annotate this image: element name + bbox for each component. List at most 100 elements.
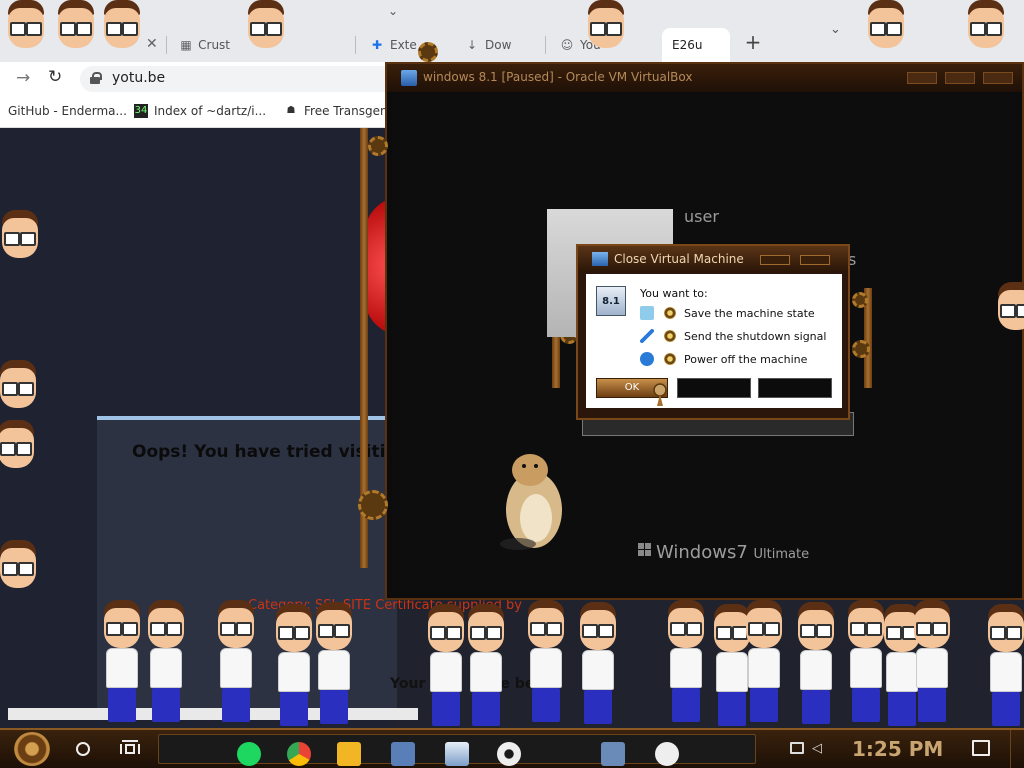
help-icon[interactable] xyxy=(655,742,679,766)
search-circle-icon[interactable] xyxy=(76,742,90,756)
hank-mascot xyxy=(580,0,632,52)
hank-mascot xyxy=(990,282,1024,334)
chevron-down-icon[interactable]: ⌄ xyxy=(388,4,398,18)
hank-mascot xyxy=(980,604,1024,732)
tab-active[interactable]: E26u xyxy=(662,28,730,62)
vbox-icon xyxy=(592,252,608,266)
start-button[interactable] xyxy=(14,732,50,766)
bookmark-free[interactable]: ☗ Free Transgen xyxy=(284,104,388,118)
gear-icon xyxy=(418,42,438,62)
forward-arrow-icon[interactable]: → xyxy=(16,68,30,88)
windows-brand: Windows7 Ultimate xyxy=(656,542,810,563)
puzzle-icon: ✚ xyxy=(371,38,383,52)
vbox-title: windows 8.1 [Paused] - Oracle VM Virtual… xyxy=(423,70,693,84)
bookmark-index[interactable]: 34 Index of ~dartz/i... xyxy=(134,104,266,118)
cursor-icon xyxy=(653,383,667,406)
windows-logo-icon xyxy=(638,543,652,557)
taskbar: ◁ 1:25 PM xyxy=(0,728,1024,768)
help-button[interactable]: Help xyxy=(758,378,832,398)
maximize-button[interactable] xyxy=(945,72,975,84)
chevron-down-icon[interactable]: ⌄ xyxy=(830,22,841,37)
gear-icon xyxy=(852,292,868,308)
network-icon[interactable] xyxy=(790,742,804,754)
os-icon: 8.1 xyxy=(596,286,626,316)
vbox-icon xyxy=(401,70,417,86)
url-text: yotu.be xyxy=(112,70,166,86)
explorer-icon[interactable] xyxy=(337,742,361,766)
option-label: Send the shutdown signal xyxy=(684,329,827,343)
chrome-icon[interactable] xyxy=(287,742,311,766)
tab-downloads[interactable]: ↓ Dow xyxy=(455,28,545,62)
save-state-icon xyxy=(640,306,654,320)
hank-mascot xyxy=(240,0,292,52)
hank-mascot xyxy=(308,602,360,730)
option-label: Power off the machine xyxy=(684,352,808,366)
bookmark-github[interactable]: GitHub - Enderma... xyxy=(8,104,127,118)
task-apps xyxy=(158,734,756,766)
spotify-icon[interactable] xyxy=(237,742,261,766)
task-view-icon[interactable] xyxy=(120,740,140,756)
window-icon[interactable] xyxy=(601,742,625,766)
hamster-image xyxy=(500,454,562,550)
gear-icon xyxy=(368,136,388,156)
user-name: user xyxy=(684,207,719,226)
cancel-button[interactable]: Cancel xyxy=(677,378,751,398)
hank-mascot xyxy=(572,602,624,730)
win81-icon[interactable] xyxy=(445,742,469,766)
tab-label: E26u xyxy=(672,38,703,52)
hank-mascot xyxy=(660,600,712,728)
download-icon: ↓ xyxy=(466,38,478,52)
new-tab-button[interactable]: + xyxy=(743,30,763,54)
hank-mascot xyxy=(906,600,958,728)
option-save-state[interactable]: Save the machine state xyxy=(640,304,815,322)
bookmark-label: Index of ~dartz/i... xyxy=(154,104,267,118)
radio-button[interactable] xyxy=(664,307,676,319)
hank-mascot xyxy=(140,600,192,728)
notification-icon[interactable] xyxy=(972,740,990,756)
smiley-icon: ☺ xyxy=(560,38,574,52)
hank-mascot xyxy=(96,0,148,52)
tab-separator xyxy=(166,36,167,54)
hank-mascot xyxy=(210,600,262,728)
power-icon xyxy=(640,352,654,366)
dialog-title: Close Virtual Machine xyxy=(614,252,744,266)
hank-mascot xyxy=(0,420,42,472)
hank-mascot xyxy=(0,540,44,592)
bookmarks-bar: GitHub - Enderma... 34 Index of ~dartz/i… xyxy=(0,96,390,128)
option-shutdown[interactable]: Send the shutdown signal xyxy=(640,327,826,345)
option-label: Save the machine state xyxy=(684,306,815,320)
hank-mascot xyxy=(0,210,46,262)
close-button[interactable] xyxy=(983,72,1013,84)
tab-label: Dow xyxy=(485,38,512,52)
clock[interactable]: 1:25 PM xyxy=(852,737,943,761)
hank-mascot xyxy=(0,360,44,412)
dialog-prompt: You want to: xyxy=(640,287,708,300)
vbox-titlebar[interactable]: windows 8.1 [Paused] - Oracle VM Virtual… xyxy=(387,64,1022,92)
radio-button[interactable] xyxy=(664,330,676,342)
volume-muted-icon[interactable]: ◁ xyxy=(812,741,822,756)
hank-mascot xyxy=(960,0,1012,52)
reload-icon[interactable]: ↻ xyxy=(48,67,62,87)
tab-crust[interactable]: ▦ Crust xyxy=(170,28,230,62)
radio-button[interactable] xyxy=(664,353,676,365)
lock-icon xyxy=(90,72,102,84)
tab-label: Crust xyxy=(198,38,230,52)
show-desktop-button[interactable] xyxy=(1010,730,1024,768)
minimize-button[interactable] xyxy=(907,72,937,84)
hank-mascot xyxy=(520,600,572,728)
vbox-icon[interactable] xyxy=(391,742,415,766)
tab-extensions[interactable]: ✚ Exte xyxy=(360,28,420,62)
hank-mascot xyxy=(790,602,842,730)
hank-mascot xyxy=(860,0,912,52)
crust-icon: ▦ xyxy=(180,38,192,52)
hank-mascot xyxy=(460,604,512,732)
lightning-icon xyxy=(640,329,654,343)
dialog-titlebar[interactable]: Close Virtual Machine xyxy=(578,246,848,272)
bookmark-label: Free Transgen xyxy=(304,104,388,118)
help-button[interactable] xyxy=(760,255,790,265)
settings-icon[interactable] xyxy=(497,742,521,766)
close-button[interactable] xyxy=(800,255,830,265)
gear-icon xyxy=(358,490,388,520)
dialog-body: 8.1 You want to: Save the machine state … xyxy=(586,274,842,408)
option-power-off[interactable]: Power off the machine xyxy=(640,350,807,368)
